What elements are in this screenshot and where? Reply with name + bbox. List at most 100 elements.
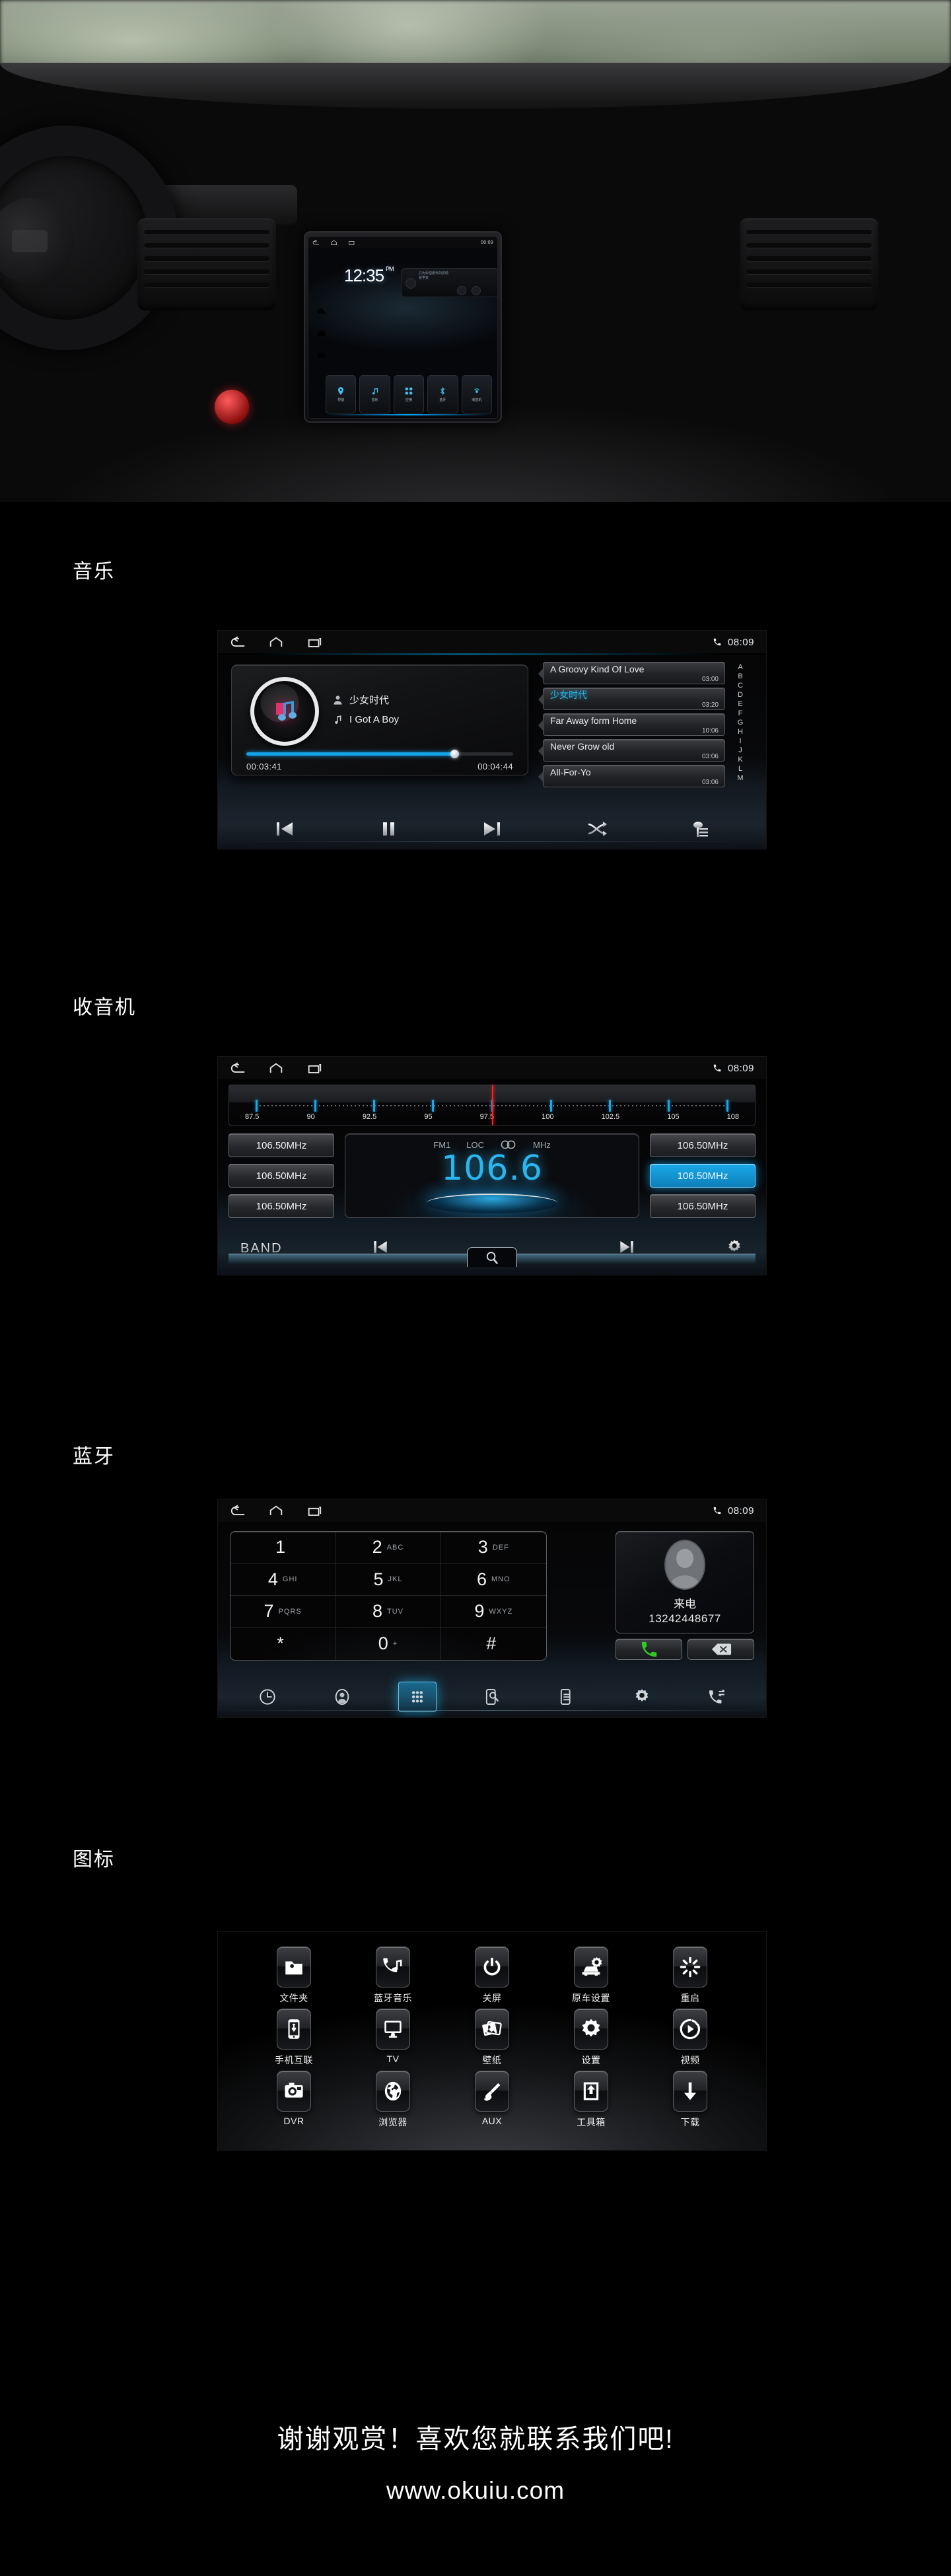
back-arrow-icon[interactable]: [230, 635, 246, 649]
icon-grid-item[interactable]: 重启: [641, 1947, 740, 2005]
icon-tile[interactable]: [673, 2009, 707, 2050]
dock-item-bluetooth[interactable]: 蓝牙: [427, 375, 458, 413]
alpha-index-letter[interactable]: G: [738, 719, 744, 727]
radio-preset[interactable]: 106.50MHz: [229, 1133, 334, 1157]
bt-nav-transfer-audio[interactable]: [697, 1682, 736, 1712]
keypad-key-star[interactable]: *: [230, 1628, 336, 1660]
alpha-index-letter[interactable]: I: [739, 737, 741, 745]
pause-button[interactable]: [378, 819, 398, 842]
dock-item-music[interactable]: 音乐: [359, 375, 390, 413]
keypad-key-hash[interactable]: #: [441, 1628, 546, 1661]
back-arrow-icon[interactable]: [230, 1061, 246, 1075]
icon-tile[interactable]: [673, 2071, 707, 2112]
seek-down-button[interactable]: [370, 1238, 390, 1260]
frequency-dial[interactable]: 87.5 90 92.5 95 97.5 100 102.5 105 108: [229, 1085, 756, 1126]
head-unit-media-widget[interactable]: 只为永恒那天的爱情 张学友: [401, 268, 497, 297]
next-button[interactable]: [481, 819, 503, 842]
icon-tile[interactable]: [277, 1947, 311, 1987]
progress-bar[interactable]: [246, 750, 513, 758]
delete-digit-button[interactable]: [687, 1639, 754, 1660]
keypad-key-5[interactable]: 5 JKL: [335, 1563, 441, 1596]
radio-preset[interactable]: 106.50MHz: [650, 1194, 756, 1218]
bt-nav-sync-records[interactable]: [547, 1682, 586, 1712]
alpha-index-letter[interactable]: A: [738, 663, 742, 671]
progress-knob[interactable]: [450, 750, 460, 758]
presets-right[interactable]: 106.50MHz 106.50MHz 106.50MHz: [650, 1133, 756, 1225]
radio-preset[interactable]: 106.50MHz: [650, 1164, 756, 1188]
media-widget-next-button[interactable]: [472, 286, 481, 295]
icon-grid-item[interactable]: 设置: [542, 2009, 641, 2067]
playlist[interactable]: A Groovy Kind Of Love 03:00 少女时代 03:20 Far A…: [538, 662, 725, 791]
playlist-item[interactable]: 少女时代 03:20: [538, 688, 725, 710]
icon-tile[interactable]: [475, 2009, 509, 2050]
keypad-key-4[interactable]: 4 GHI: [230, 1563, 336, 1596]
home-icon[interactable]: [268, 1062, 284, 1075]
playlist-item[interactable]: Never Grow old 03:06: [538, 739, 725, 762]
icon-grid-item[interactable]: 下载: [641, 2071, 740, 2129]
home-icon[interactable]: [268, 1505, 284, 1517]
playlist-item[interactable]: All-For-Yo 03:06: [538, 765, 725, 787]
presets-left[interactable]: 106.50MHz 106.50MHz 106.50MHz: [229, 1133, 334, 1225]
icon-grid-item[interactable]: 工具箱: [542, 2071, 641, 2129]
icon-grid-item[interactable]: DVR: [244, 2071, 343, 2129]
keypad-key-8[interactable]: 8 TUV: [335, 1596, 441, 1628]
home-icon[interactable]: [330, 240, 337, 246]
icon-grid-item[interactable]: TV: [343, 2009, 442, 2067]
icon-grid-item[interactable]: 原车设置: [542, 1947, 641, 2005]
icon-tile[interactable]: [574, 2071, 608, 2112]
icons-grid[interactable]: 文件夹 蓝牙音乐 关屏 原车设置 重启 手机互联 TV 壁纸 设置 视频 DVR 浏览器 AUX 工具箱 下…: [244, 1947, 740, 2129]
keypad-key-6[interactable]: 6 MNO: [440, 1564, 546, 1596]
bt-nav-bt-settings[interactable]: [623, 1682, 661, 1712]
playlist-item[interactable]: A Groovy Kind Of Love 03:00: [538, 662, 725, 684]
alphabet-index[interactable]: ABCDEFGHIJKLM: [732, 663, 749, 782]
icon-grid-item[interactable]: 蓝牙音乐: [343, 1947, 442, 2005]
recents-icon[interactable]: [306, 1505, 322, 1517]
keypad-key-2[interactable]: 2 ABC: [335, 1532, 441, 1564]
alpha-index-letter[interactable]: F: [738, 709, 743, 717]
bt-nav-keypad[interactable]: [398, 1682, 437, 1712]
previous-button[interactable]: [273, 819, 296, 842]
icon-grid-item[interactable]: AUX: [442, 2071, 542, 2129]
playlist-button[interactable]: [691, 819, 711, 842]
music-screen[interactable]: 08:09 少女时代 I Got A Boy 00:03:41 00:04:44…: [218, 631, 766, 849]
media-widget-prev-button[interactable]: [405, 278, 416, 289]
icon-tile[interactable]: [673, 1947, 707, 1987]
icon-tile[interactable]: [277, 2071, 311, 2112]
home-icon[interactable]: [268, 636, 284, 649]
icon-grid-item[interactable]: 壁纸: [442, 2009, 542, 2067]
alpha-index-letter[interactable]: C: [738, 682, 743, 690]
back-arrow-icon[interactable]: [316, 307, 327, 316]
alpha-index-letter[interactable]: H: [738, 728, 743, 736]
icons-screen[interactable]: 文件夹 蓝牙音乐 关屏 原车设置 重启 手机互联 TV 壁纸 设置 视频 DVR 浏览器 AUX 工具箱 下…: [218, 1932, 766, 2150]
shuffle-button[interactable]: [586, 819, 608, 842]
back-arrow-icon[interactable]: [312, 240, 320, 246]
icon-grid-item[interactable]: 浏览器: [343, 2071, 442, 2129]
home-icon[interactable]: [316, 329, 327, 338]
seek-up-button[interactable]: [617, 1238, 637, 1260]
keypad-key-7[interactable]: 7 PQRS: [230, 1596, 336, 1628]
icon-tile[interactable]: [376, 2071, 410, 2112]
radio-preset[interactable]: 106.50MHz: [229, 1164, 334, 1188]
recents-icon[interactable]: [306, 636, 322, 649]
bluetooth-screen[interactable]: 08:09 1 2 ABC 3 DEF 4 GHI 5 JKL 6 MNO 7 PQRS 8 TUV 9 WXY…: [218, 1499, 766, 1717]
bt-nav-call-history[interactable]: [248, 1682, 287, 1712]
alpha-index-letter[interactable]: J: [738, 746, 742, 754]
playlist-item[interactable]: Far Away form Home 10:06: [538, 713, 725, 736]
alpha-index-letter[interactable]: L: [738, 765, 742, 773]
dock-item-apps[interactable]: 应用: [393, 375, 425, 413]
icon-grid-item[interactable]: 视频: [641, 2009, 740, 2067]
media-widget-play-button[interactable]: [457, 286, 466, 295]
alpha-index-letter[interactable]: K: [738, 756, 742, 764]
icon-tile[interactable]: [574, 1947, 608, 1987]
keypad-key-3[interactable]: 3 DEF: [440, 1532, 546, 1564]
scan-button[interactable]: [467, 1247, 517, 1267]
icon-tile[interactable]: [574, 2009, 608, 2050]
alpha-index-letter[interactable]: B: [738, 672, 742, 680]
icon-tile[interactable]: [376, 1947, 410, 1987]
radio-preset[interactable]: 106.50MHz: [650, 1133, 756, 1157]
icon-tile[interactable]: [475, 2071, 509, 2112]
dock-item-radio[interactable]: 收音机: [461, 375, 493, 413]
radio-settings-button[interactable]: [725, 1238, 744, 1260]
band-button[interactable]: BAND: [240, 1241, 283, 1256]
recents-icon[interactable]: [316, 351, 327, 359]
